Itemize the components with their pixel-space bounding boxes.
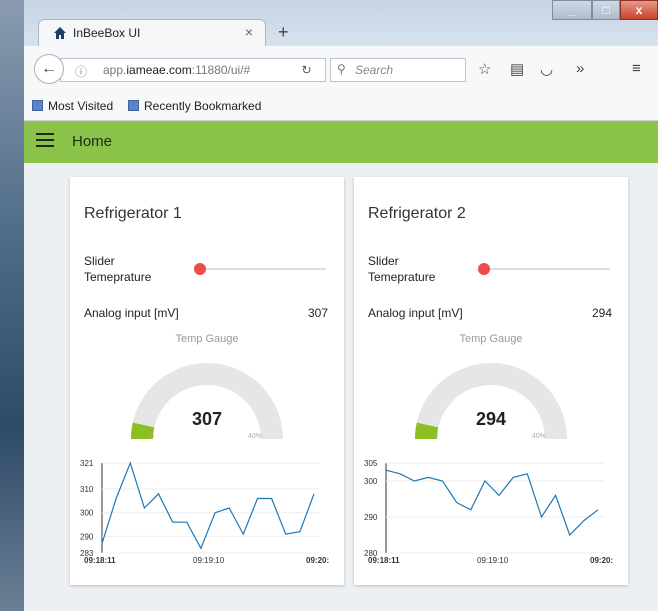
card-title: Refrigerator 2 [368,205,466,222]
refrigerator-card: Refrigerator 1 Slider Temeprature Analog … [70,177,344,585]
slider-thumb[interactable] [478,263,490,275]
bookmark-star-icon[interactable]: ☆ [478,60,491,78]
maximize-button[interactable]: □ [592,0,620,20]
tab-title: InBeeBox UI [73,26,141,40]
y-tick-label: 310 [80,485,94,494]
analog-input-label: Analog input [mV] [368,306,463,320]
url-bar[interactable]: ⓘ app.iameae.com:11880/ui/# [60,58,322,82]
gauge-value: 294 [475,409,507,429]
bookmark-most-visited[interactable]: Most Visited [32,99,113,113]
gauge-value: 307 [191,409,223,429]
bookmark-recently-bookmarked[interactable]: Recently Bookmarked [128,99,261,113]
close-tab-icon[interactable]: × [245,24,253,40]
search-icon: ⚲ [337,62,346,76]
gauge-title: Temp Gauge [459,333,523,345]
search-input[interactable]: ⚲ Search [330,58,466,82]
x-tick-label: 09:19:10 [477,556,509,565]
url-text: app.iameae.com:11880/ui/# [103,63,251,77]
dashboard-content: Refrigerator 1 Slider Temeprature Analog … [24,163,658,611]
page-title: Home [72,133,113,150]
analog-input-label: Analog input [mV] [84,306,179,320]
clipboard-icon[interactable]: ▤ [510,60,524,78]
y-tick-label: 305 [364,459,378,468]
browser-window: InBeeBox UI × + _ □ x ⓘ app.iameae.com:1… [24,0,658,611]
refrigerator-card: Refrigerator 2 Slider Temeprature Analog … [354,177,628,585]
x-tick-label: 09:19:10 [193,556,225,565]
analog-input-value: 294 [591,306,612,320]
slider-label: Slider Temeprature [368,254,436,284]
analog-input-value: 307 [307,306,328,320]
card-title: Refrigerator 1 [84,205,182,222]
hamburger-menu-icon[interactable] [36,133,54,149]
x-tick-label: 09:20: [590,556,613,565]
gauge-title: Temp Gauge [175,333,239,345]
y-tick-label: 300 [80,509,94,518]
y-tick-label: 290 [80,532,94,541]
browser-tab[interactable]: InBeeBox UI × [38,19,266,46]
x-tick-label: 09:18:11 [368,556,400,565]
y-tick-label: 300 [364,477,378,486]
bookmark-folder-icon [32,100,43,111]
minimize-button[interactable]: _ [552,0,592,20]
overflow-chevron-icon[interactable]: » [576,60,584,77]
y-tick-label: 321 [80,459,94,468]
navigation-bar: ⓘ app.iameae.com:11880/ui/# ← ↻ ⚲ Search… [24,46,658,93]
series-line [101,461,315,550]
gauge-min-label: 0 [150,433,154,440]
pocket-icon[interactable]: ◡ [540,60,553,78]
home-icon [54,27,66,39]
search-placeholder: Search [355,63,394,77]
slider-label: Slider Temeprature [84,254,152,284]
x-tick-label: 09:18:11 [84,556,116,565]
bookmarks-bar: Most Visited Recently Bookmarked [24,92,658,121]
temperature-slider[interactable] [194,263,326,275]
y-tick-label: 290 [364,513,378,522]
bookmark-folder-icon [128,100,139,111]
gauge-min-label: 0 [434,433,438,440]
series-line [385,469,599,537]
gauge-max-label: 40% [532,433,547,440]
site-info-icon[interactable]: ⓘ [75,63,89,79]
temperature-slider[interactable] [478,263,610,275]
temperature-chart: 30530029028009:18:11 09:19:10 09:20: [364,459,613,565]
title-bar: InBeeBox UI × + _ □ x [24,0,658,46]
app-header: Home [24,121,658,163]
temperature-chart: 32131030029028309:18:11 09:19:10 09:20: [80,459,329,565]
new-tab-icon[interactable]: + [278,22,289,43]
gauge-max-label: 40% [248,433,263,440]
slider-thumb[interactable] [194,263,206,275]
menu-icon[interactable]: ≡ [632,60,641,77]
x-tick-label: 09:20: [306,556,329,565]
close-window-button[interactable]: x [620,0,658,20]
reload-button[interactable]: ↻ [288,58,326,82]
back-button[interactable]: ← [34,54,64,84]
